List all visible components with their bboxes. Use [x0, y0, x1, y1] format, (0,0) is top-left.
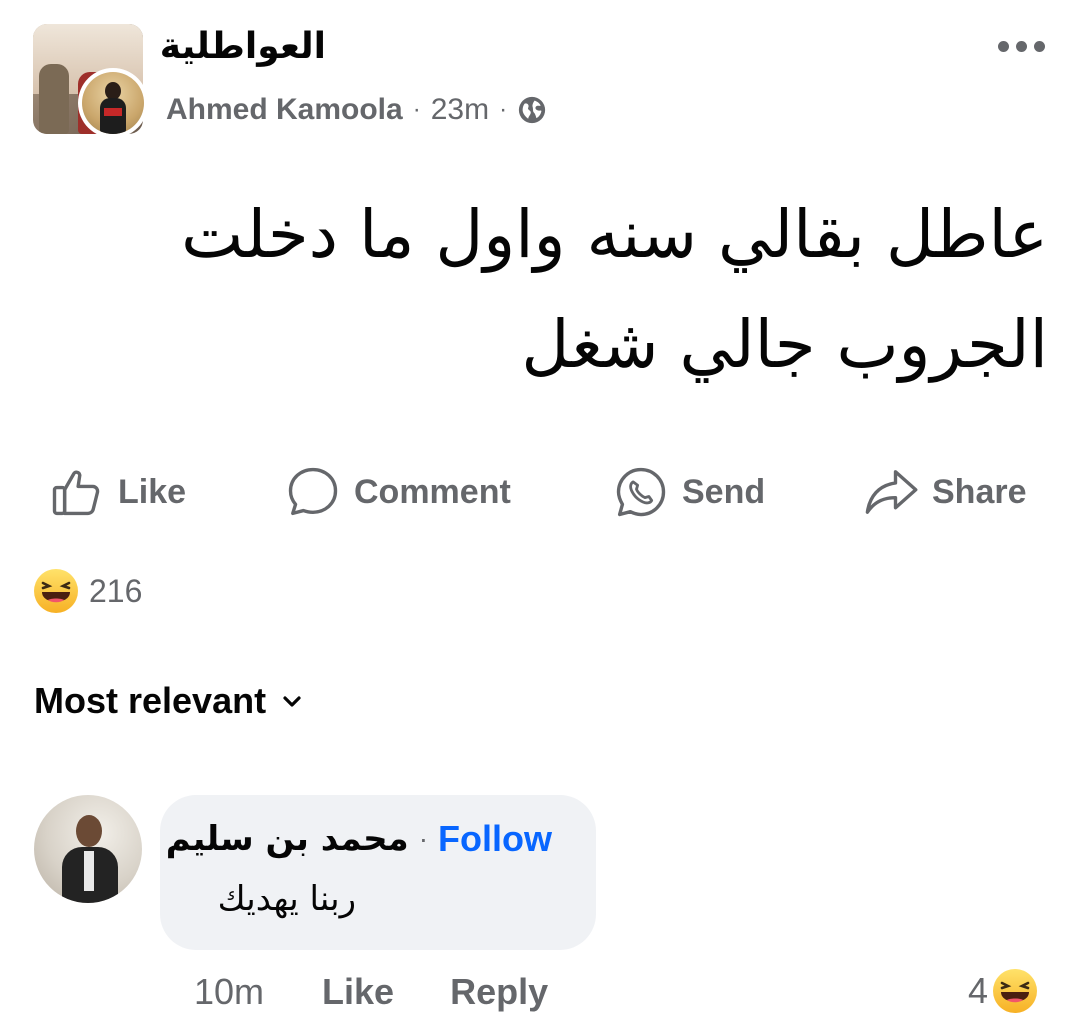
- share-button[interactable]: Share: [864, 462, 1027, 522]
- post-actions: Like Comment Send Share: [0, 462, 1080, 522]
- globe-icon: [518, 96, 546, 124]
- group-name[interactable]: العواطلية: [160, 26, 326, 67]
- comment-icon: [288, 467, 338, 516]
- haha-emoji-icon: [34, 569, 78, 613]
- separator-dot: ·: [499, 96, 508, 123]
- post-meta: Ahmed Kamoola · 23m ·: [166, 90, 547, 130]
- comment-text: ربنا يهديك: [217, 879, 356, 919]
- separator-dot: ·: [418, 823, 429, 854]
- comment-header: محمد بن سليم · Follow: [166, 817, 552, 861]
- group-avatar-figure: [39, 64, 69, 134]
- comment-bubble: محمد بن سليم · Follow ربنا يهديك: [160, 795, 596, 950]
- share-icon: [865, 470, 918, 514]
- comment-sort-dropdown[interactable]: Most relevant: [34, 678, 304, 724]
- send-label: Send: [682, 472, 766, 511]
- post-time[interactable]: 23m: [431, 93, 489, 127]
- more-options-icon[interactable]: [998, 34, 1054, 58]
- comment-time[interactable]: 10m: [194, 971, 264, 1013]
- author-name[interactable]: Ahmed Kamoola: [166, 93, 403, 127]
- sort-label: Most relevant: [34, 680, 267, 721]
- comment-reply-button[interactable]: Reply: [450, 971, 548, 1013]
- send-button[interactable]: Send: [614, 462, 765, 522]
- thumbs-up-icon: [52, 470, 100, 516]
- like-button[interactable]: Like: [50, 462, 186, 522]
- share-label: Share: [932, 472, 1027, 511]
- reaction-count: 216: [89, 572, 143, 609]
- comment-like-button[interactable]: Like: [322, 971, 394, 1013]
- comment-reaction-count: 4: [968, 970, 989, 1011]
- separator-dot: ·: [412, 96, 421, 123]
- post-text: عاطل بقالي سنه واول ما دخلت الجروب جالي …: [181, 196, 1048, 383]
- comment-reaction-summary[interactable]: 4: [968, 966, 1038, 1016]
- reaction-summary[interactable]: 216: [33, 568, 142, 614]
- comment-actions: 10m Like Reply: [194, 968, 548, 1016]
- author-avatar[interactable]: [78, 68, 148, 138]
- haha-emoji-icon: [993, 969, 1038, 1013]
- commenter-avatar[interactable]: [34, 795, 142, 903]
- follow-button[interactable]: Follow: [438, 818, 552, 860]
- commenter-name[interactable]: محمد بن سليم: [166, 819, 409, 859]
- comment-label: Comment: [354, 472, 511, 511]
- chevron-down-icon: [283, 696, 301, 707]
- like-label: Like: [118, 472, 187, 511]
- comment-button[interactable]: Comment: [286, 462, 511, 522]
- whatsapp-icon: [616, 467, 666, 517]
- author-avatar-image: [82, 72, 144, 134]
- post-screen: العواطلية Ahmed Kamoola · 23m · عاطل بقا…: [0, 0, 1080, 1036]
